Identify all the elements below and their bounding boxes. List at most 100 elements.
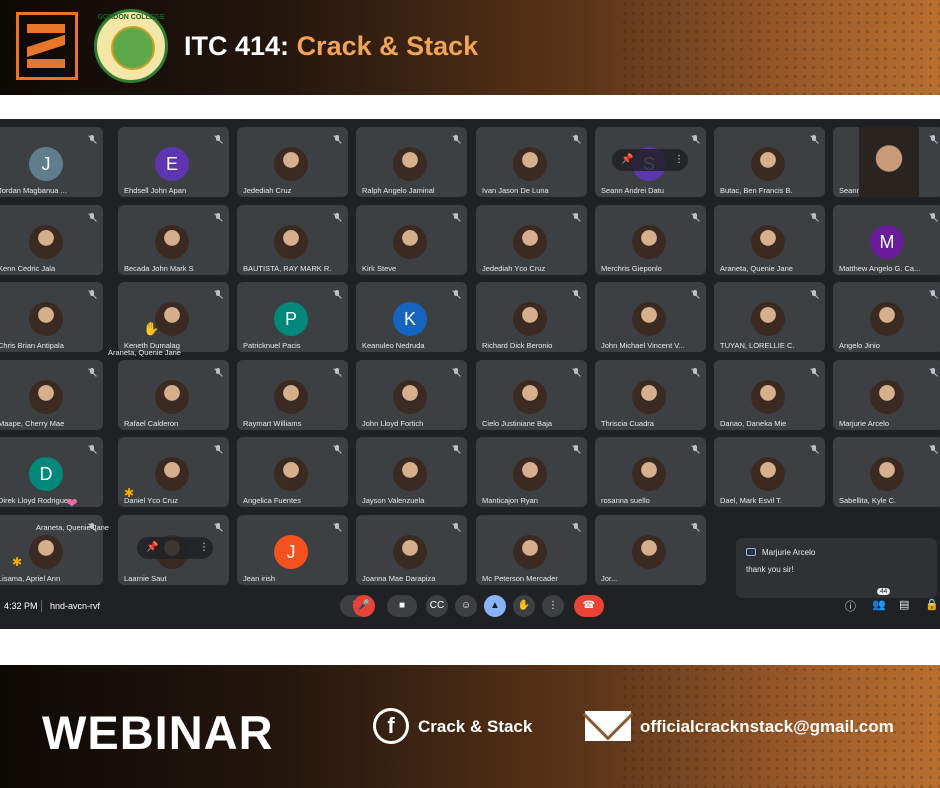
mic-off-icon — [572, 290, 580, 299]
participant-tile[interactable]: Angelica Fuentes — [237, 437, 348, 507]
participant-tile[interactable]: Maape, Cherry Mae — [0, 360, 103, 430]
participant-tile[interactable]: Mc Peterson Mercader — [476, 515, 587, 585]
participant-photo — [513, 147, 547, 181]
lock-icon[interactable]: 🔒 — [925, 598, 939, 611]
tile-hover-controls[interactable]: 📌 ⋮ — [612, 149, 688, 171]
facebook-page[interactable]: Crack & Stack — [418, 717, 532, 737]
chat-icon — [746, 548, 756, 556]
participant-name: Thriscia Cuadra — [601, 419, 654, 428]
chat-icon[interactable]: ▤ — [899, 598, 909, 611]
participant-avatar: D — [29, 457, 63, 491]
chat-message: thank you sir! — [746, 565, 794, 574]
participant-name: Keanuleo Nedruda — [362, 341, 425, 350]
participant-tile[interactable]: D Direk Lloyd Rodriguez — [0, 437, 103, 507]
email-address[interactable]: officialcracknstack@gmail.com — [640, 717, 894, 737]
people-icon[interactable]: 👥 — [872, 598, 886, 611]
participant-tile[interactable]: Manticajon Ryan — [476, 437, 587, 507]
participant-tile[interactable]: J Jordan Magbanua ... — [0, 127, 103, 197]
participant-tile[interactable]: Ivan Jason De Luna — [476, 127, 587, 197]
participant-tile[interactable]: Jedediah Yco Cruz — [476, 205, 587, 275]
chat-notification[interactable]: Marjurie Arcelo thank you sir! — [736, 538, 937, 598]
participant-name: Rafael Calderon — [124, 419, 179, 428]
participant-photo — [751, 380, 785, 414]
participant-tile[interactable]: Raymart Williams — [237, 360, 348, 430]
participant-tile[interactable]: Butac, Ben Francis B. — [714, 127, 825, 197]
mic-off-icon — [572, 368, 580, 377]
participant-avatar: P — [274, 302, 308, 336]
mic-off-icon — [572, 445, 580, 454]
title-accent: Crack & Stack — [296, 31, 479, 61]
participant-tile[interactable]: Joanna Mae Darapiza — [356, 515, 467, 585]
participant-photo — [29, 380, 63, 414]
webinar-label: WEBINAR — [42, 706, 274, 759]
participant-tile[interactable]: Kenn Cedric Jala — [0, 205, 103, 275]
participant-tile[interactable]: TUYAN, LORELLIE C. — [714, 282, 825, 352]
more-icon[interactable]: ⋮ — [199, 537, 209, 559]
participant-tile[interactable]: BAUTISTA, RAY MARK R. — [237, 205, 348, 275]
participant-tile[interactable]: John Lloyd Fortich — [356, 360, 467, 430]
pin-icon[interactable]: 📌 — [146, 537, 158, 559]
participant-tile[interactable]: Jor... — [595, 515, 706, 585]
pin-icon[interactable]: 📌 — [621, 149, 633, 171]
participant-tile[interactable]: P Patricknuel Pacis — [237, 282, 348, 352]
participant-tile[interactable]: Kirk Steve — [356, 205, 467, 275]
participant-name: John Lloyd Fortich — [362, 419, 424, 428]
participant-photo — [632, 457, 666, 491]
participant-name: Seann Andrei Datu — [601, 186, 664, 195]
captions-icon[interactable]: CC — [426, 595, 448, 617]
mic-off-icon — [88, 135, 96, 144]
participant-tile[interactable]: Becada John Mark S — [118, 205, 229, 275]
mic-off-icon — [929, 213, 937, 222]
participant-tile[interactable]: Merchris Gieponlo — [595, 205, 706, 275]
title-prefix: ITC 414: — [184, 31, 290, 61]
header-banner: GORDON COLLEGE ITC 414: Crack & Stack — [0, 0, 940, 95]
camera-icon[interactable]: ■ — [387, 595, 417, 617]
participant-tile[interactable]: Sabellita, Kyle C. — [833, 437, 940, 507]
participant-tile[interactable]: Jedediah Cruz — [237, 127, 348, 197]
participant-tile[interactable]: K Keanuleo Nedruda — [356, 282, 467, 352]
participant-tile[interactable]: J Jean irish — [237, 515, 348, 585]
participant-tile[interactable]: Ralph Angelo Jaminal — [356, 127, 467, 197]
participant-tile[interactable]: rosanna suello — [595, 437, 706, 507]
mic-off-icon — [88, 213, 96, 222]
participant-photo — [870, 457, 904, 491]
mic-off-icon — [333, 213, 341, 222]
mic-off-icon — [691, 213, 699, 222]
participant-tile[interactable]: Daniel Yco Cruz — [118, 437, 229, 507]
participant-tile[interactable]: Cielo Justiniane Baja — [476, 360, 587, 430]
participant-tile[interactable]: Araneta, Quenie Jane — [714, 205, 825, 275]
participant-name: Jedediah Yco Cruz — [482, 264, 546, 273]
end-call-icon[interactable]: ☎ — [574, 595, 604, 617]
info-icon[interactable]: ⓘ — [845, 598, 856, 614]
participant-tile[interactable]: Angelo Jinio — [833, 282, 940, 352]
participant-tile[interactable]: Keneth Dumalag — [118, 282, 229, 352]
emoji-icon[interactable]: ☺ — [455, 595, 477, 617]
participant-name: Ivan Jason De Luna — [482, 186, 549, 195]
raise-hand-icon[interactable]: ✋ — [513, 595, 535, 617]
participant-tile[interactable]: Rafael Calderon — [118, 360, 229, 430]
participant-tile[interactable]: Thriscia Cuadra — [595, 360, 706, 430]
participant-avatar: E — [155, 147, 189, 181]
participant-tile[interactable]: Richard Dick Beronio — [476, 282, 587, 352]
participant-photo — [393, 457, 427, 491]
participant-tile[interactable]: M Matthew Angelo G. Ca... — [833, 205, 940, 275]
participant-name: Becada John Mark S — [124, 264, 194, 273]
participant-tile[interactable]: Marjurie Arcelo — [833, 360, 940, 430]
more-icon[interactable]: ⋮ — [542, 595, 564, 617]
participant-name: rosanna suello — [601, 496, 650, 505]
more-icon[interactable]: ⋮ — [674, 149, 684, 171]
participant-tile[interactable]: John Michael Vincent V... — [595, 282, 706, 352]
participant-tile[interactable]: E Ehdsell John Apan — [118, 127, 229, 197]
tile-hover-controls[interactable]: 📌 ⋮ — [137, 537, 213, 559]
participant-tile[interactable]: Danao, Daneka Mie — [714, 360, 825, 430]
present-icon[interactable]: ▲ — [484, 595, 506, 617]
mic-off-icon — [452, 290, 460, 299]
participant-name: TUYAN, LORELLIE C. — [720, 341, 795, 350]
participant-tile[interactable]: Jayson Valenzuela — [356, 437, 467, 507]
participant-photo — [393, 147, 427, 181]
party-reaction-icon: ✱ — [12, 555, 23, 569]
participant-tile[interactable]: Dael, Mark Esvil T. — [714, 437, 825, 507]
mic-off-icon[interactable]: 🎤 — [353, 595, 375, 617]
participant-tile[interactable]: Chris Brian Antipala — [0, 282, 103, 352]
mic-off-icon — [88, 368, 96, 377]
